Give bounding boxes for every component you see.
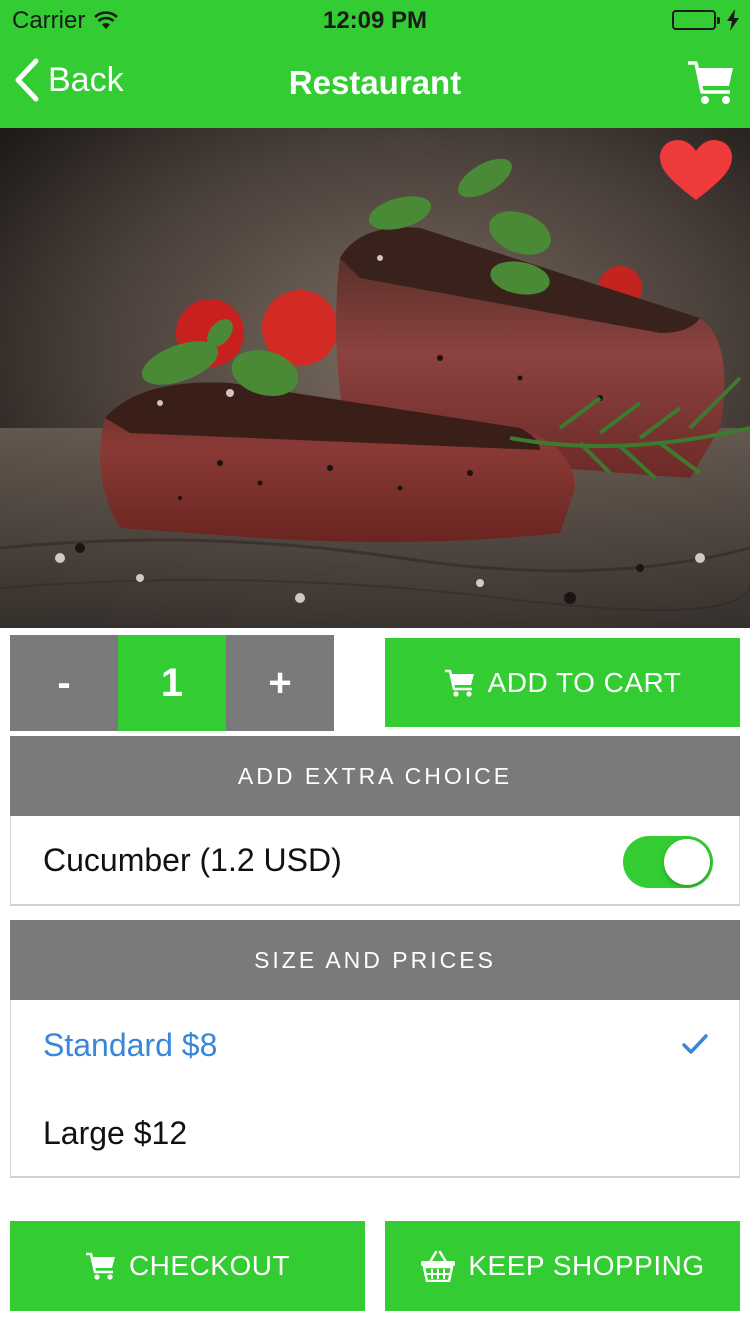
heart-icon — [660, 140, 732, 200]
navigation-bar: Back Restaurant — [0, 40, 750, 128]
page-title: Restaurant — [288, 64, 462, 101]
quantity-value: 1 — [118, 635, 226, 731]
app-header: Carrier 12:09 PM Back Restaurant — [0, 0, 750, 128]
extra-item-label: Cucumber (1.2 USD) — [43, 842, 342, 878]
cart-button[interactable] — [686, 58, 736, 113]
steak-image — [0, 128, 750, 628]
toggle-knob — [664, 839, 710, 885]
size-option-large[interactable]: Large $12 — [11, 1088, 739, 1176]
checkout-button[interactable]: CHECKOUT — [10, 1221, 365, 1311]
add-to-cart-button[interactable]: ADD TO CART — [385, 638, 740, 727]
size-prices-header: SIZE AND PRICES — [10, 920, 740, 1000]
favorite-button[interactable] — [660, 140, 732, 207]
extra-item-toggle[interactable] — [623, 836, 713, 888]
checkout-label: CHECKOUT — [128, 1250, 291, 1281]
basket-icon — [421, 1250, 456, 1282]
size-option-standard[interactable]: Standard $8 — [11, 1000, 739, 1088]
status-right — [672, 9, 740, 31]
quantity-stepper: - 1 + — [10, 635, 334, 731]
cart-icon — [444, 669, 474, 697]
keep-shopping-label: KEEP SHOPPING — [468, 1250, 705, 1281]
extra-choice-list: Cucumber (1.2 USD) — [10, 816, 740, 906]
food-photo — [0, 128, 750, 628]
charging-icon — [727, 9, 739, 31]
size-option-label: Standard $8 — [43, 1027, 218, 1063]
cart-icon — [85, 1252, 115, 1280]
status-time: 12:09 PM — [322, 7, 428, 34]
checkmark-icon — [682, 1034, 708, 1054]
size-option-label: Large $12 — [43, 1115, 188, 1151]
cart-icon — [688, 61, 733, 104]
increase-quantity-button[interactable]: + — [226, 635, 334, 731]
decrease-quantity-button[interactable]: - — [10, 635, 118, 731]
size-options-list: Standard $8 Large $12 — [10, 1000, 740, 1178]
status-bar: Carrier 12:09 PM — [0, 0, 750, 40]
extra-choice-header: ADD EXTRA CHOICE — [10, 736, 740, 816]
keep-shopping-button[interactable]: KEEP SHOPPING — [385, 1221, 740, 1311]
add-to-cart-label: ADD TO CART — [487, 666, 682, 698]
battery-icon — [672, 10, 720, 30]
